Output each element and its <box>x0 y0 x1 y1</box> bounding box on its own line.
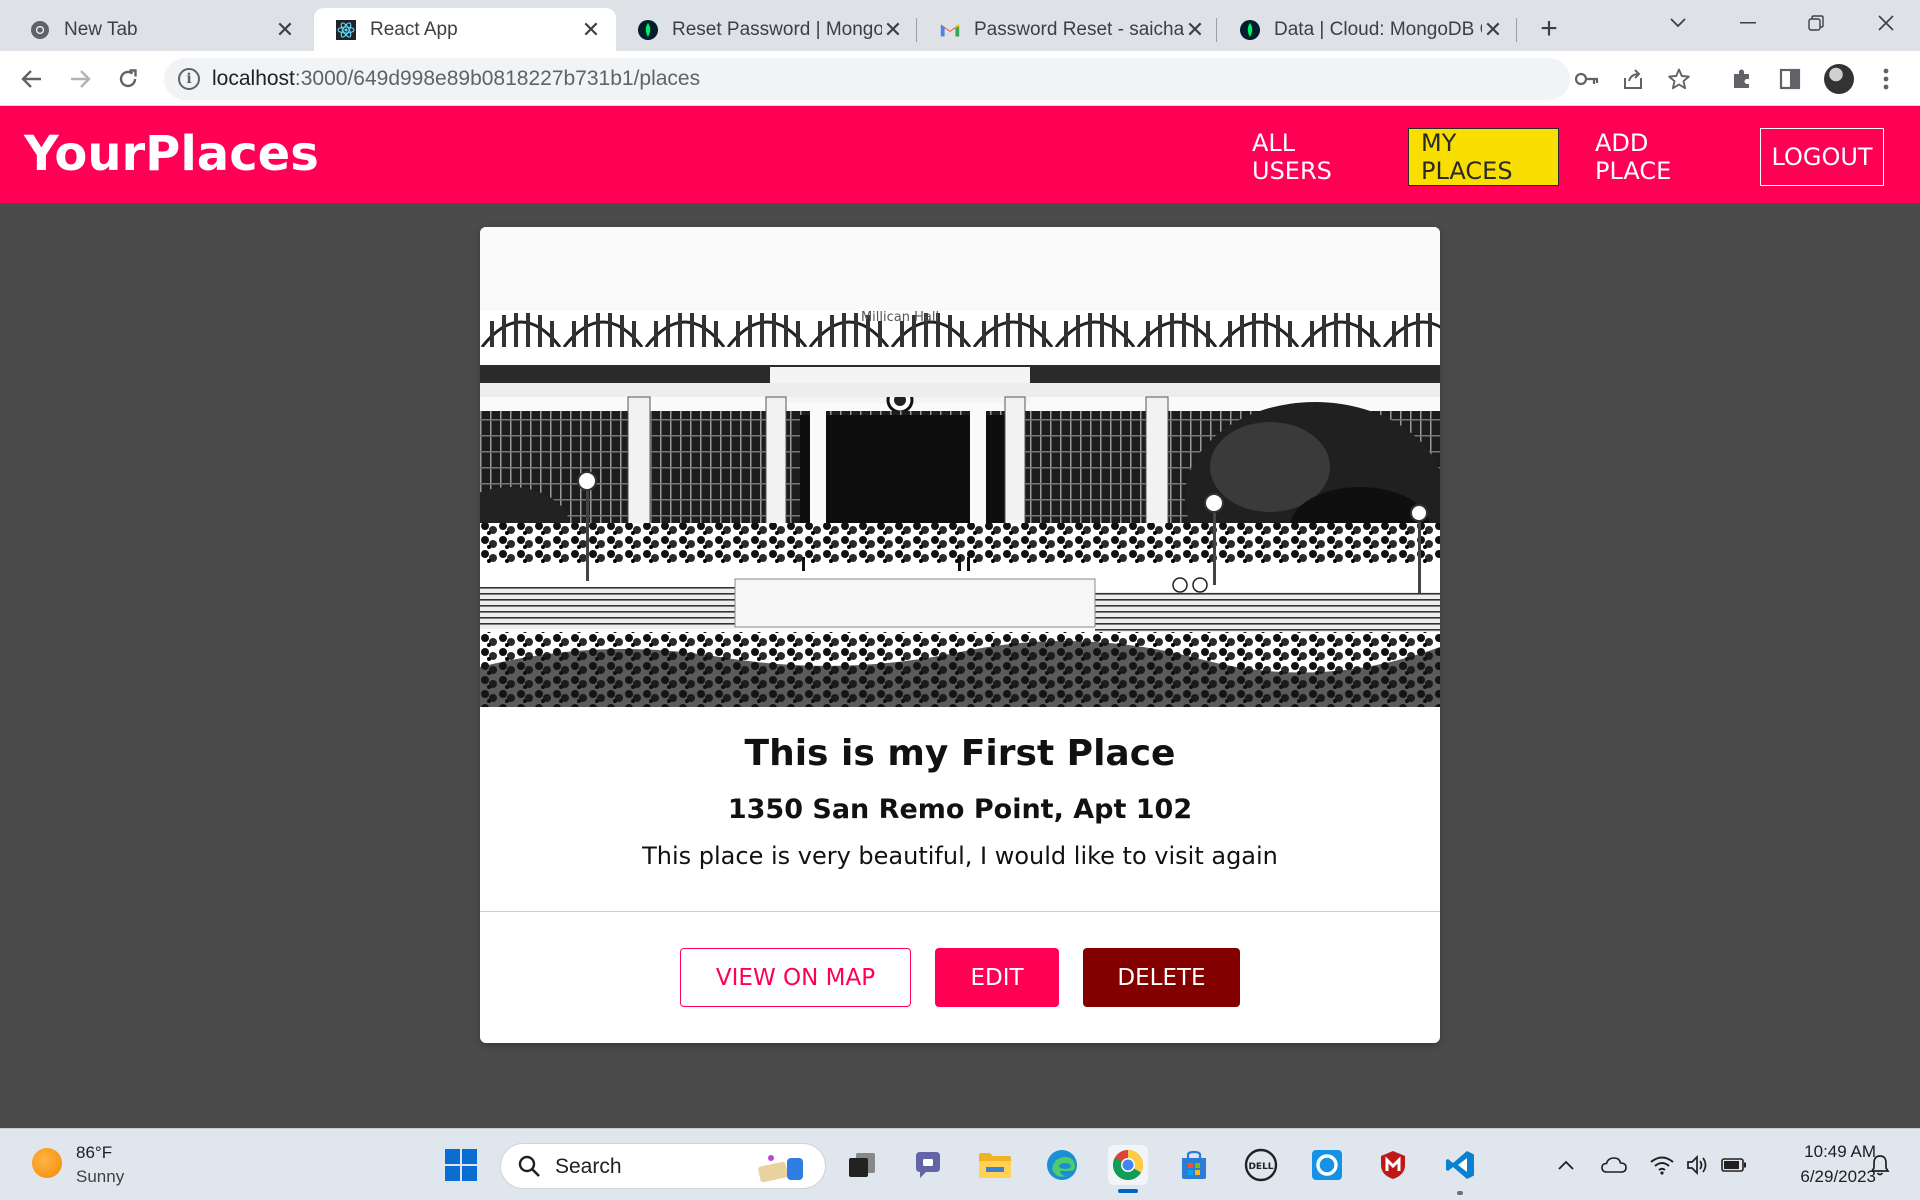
nav-add-place[interactable]: ADD PLACE <box>1583 128 1736 186</box>
extensions-puzzle-icon[interactable] <box>1726 63 1758 95</box>
mongodb-leaf-icon <box>1240 19 1260 40</box>
gmail-icon <box>940 20 960 40</box>
url-text[interactable]: localhost:3000/649d998e89b0818227b731b1/… <box>212 67 700 91</box>
search-highlight-icon <box>758 1155 803 1183</box>
search-label: Search <box>555 1155 622 1178</box>
bookmark-star-icon[interactable] <box>1666 66 1692 92</box>
share-icon[interactable] <box>1620 66 1646 92</box>
tab-title: New Tab <box>64 18 138 40</box>
brand-logo-link[interactable]: YourPlaces <box>24 126 319 182</box>
place-title: This is my First Place <box>744 733 1176 774</box>
onedrive-icon[interactable] <box>1600 1151 1628 1179</box>
browser-toolbar: i localhost:3000/649d998e89b0818227b731b… <box>0 51 1920 106</box>
nav-my-places[interactable]: MY PLACES <box>1408 128 1559 186</box>
profile-avatar[interactable] <box>1824 64 1854 94</box>
delete-button[interactable]: DELETE <box>1083 948 1240 1007</box>
teams-chat-icon[interactable] <box>908 1145 948 1185</box>
close-icon[interactable]: ✕ <box>274 17 296 42</box>
edge-icon[interactable] <box>1042 1145 1082 1185</box>
close-icon[interactable]: ✕ <box>1482 17 1504 42</box>
mcafee-icon[interactable] <box>1373 1145 1413 1185</box>
reload-icon[interactable] <box>112 63 144 95</box>
tab-new-tab[interactable]: New Tab ✕ <box>8 8 310 51</box>
tab-title: Reset Password | MongoDB <box>672 18 882 40</box>
tab-title: Data | Cloud: MongoDB Cloud <box>1274 18 1482 40</box>
tab-gmail-password-reset[interactable]: Password Reset - saicharan ✕ <box>918 8 1220 51</box>
place-description: This place is very beautiful, I would li… <box>642 842 1278 870</box>
taskbar-search-box[interactable]: Search <box>500 1143 826 1189</box>
browser-tab-strip: New Tab ✕ React App ✕ Reset Password | M… <box>0 0 1920 51</box>
tab-separator <box>916 18 917 42</box>
url-path: :3000/649d998e89b0818227b731b1/places <box>294 67 701 90</box>
react-icon <box>336 19 356 40</box>
new-tab-button[interactable]: + <box>1532 12 1566 46</box>
clock-time[interactable]: 10:49 AM <box>1760 1142 1876 1162</box>
file-explorer-icon[interactable] <box>975 1145 1015 1185</box>
tab-title: React App <box>370 18 458 40</box>
place-image-caption: Millican Hall <box>861 310 939 325</box>
url-host: localhost <box>212 67 295 90</box>
chevron-up-icon[interactable] <box>1552 1151 1580 1179</box>
minimize-icon[interactable] <box>1728 8 1768 38</box>
cortana-icon[interactable] <box>1307 1145 1347 1185</box>
start-icon[interactable] <box>441 1145 481 1185</box>
tab-mongodb-cloud-data[interactable]: Data | Cloud: MongoDB Cloud ✕ <box>1218 8 1518 51</box>
dell-icon[interactable]: DELL <box>1241 1145 1281 1185</box>
chrome-icon <box>30 20 50 40</box>
volume-icon[interactable] <box>1684 1151 1712 1179</box>
chrome-icon[interactable] <box>1108 1145 1148 1185</box>
card-divider <box>480 911 1440 912</box>
close-icon[interactable]: ✕ <box>1184 17 1206 42</box>
tab-title: Password Reset - saicharan <box>974 18 1184 40</box>
edit-button[interactable]: EDIT <box>935 948 1059 1007</box>
microsoft-store-icon[interactable] <box>1174 1145 1214 1185</box>
main-header: YourPlaces ALL USERS MY PLACES ADD PLACE… <box>0 106 1920 203</box>
back-arrow-icon[interactable] <box>16 63 48 95</box>
task-view-icon[interactable] <box>842 1145 882 1185</box>
place-item-card: Millican Hall This is my First Place 135… <box>480 227 1440 1043</box>
active-app-indicator <box>1118 1189 1138 1193</box>
search-icon <box>518 1155 540 1177</box>
site-info-icon[interactable]: i <box>178 68 200 90</box>
logout-button[interactable]: LOGOUT <box>1760 128 1884 186</box>
view-on-map-button[interactable]: VIEW ON MAP <box>680 948 911 1007</box>
sunny-weather-icon[interactable] <box>32 1148 62 1178</box>
windows-taskbar: 86°F Sunny Search DELL 10:49 AM 6/29/202… <box>0 1128 1920 1200</box>
vscode-icon[interactable] <box>1440 1145 1480 1185</box>
tab-react-app[interactable]: React App ✕ <box>314 8 616 51</box>
window-close-icon[interactable] <box>1866 8 1906 38</box>
wifi-icon[interactable] <box>1648 1151 1676 1179</box>
notifications-icon[interactable] <box>1866 1151 1894 1179</box>
password-key-icon[interactable] <box>1574 66 1600 92</box>
weather-temperature[interactable]: 86°F <box>76 1143 112 1163</box>
forward-arrow-icon[interactable] <box>64 63 96 95</box>
svg-text:DELL: DELL <box>1248 1162 1273 1172</box>
place-address: 1350 San Remo Point, Apt 102 <box>727 794 1193 825</box>
place-image: Millican Hall <box>480 227 1440 707</box>
tab-reset-password-mongodb[interactable]: Reset Password | MongoDB ✕ <box>616 8 918 51</box>
battery-icon[interactable] <box>1720 1151 1748 1179</box>
restore-icon[interactable] <box>1796 8 1836 38</box>
close-icon[interactable]: ✕ <box>882 17 904 42</box>
open-app-indicator <box>1457 1191 1463 1195</box>
side-panel-icon[interactable] <box>1774 63 1806 95</box>
tab-separator <box>1516 18 1517 42</box>
clock-date[interactable]: 6/29/2023 <box>1760 1167 1876 1187</box>
close-icon[interactable]: ✕ <box>580 17 602 42</box>
weather-condition[interactable]: Sunny <box>76 1167 124 1187</box>
tab-search-chevron-icon[interactable] <box>1658 8 1698 38</box>
chrome-menu-icon[interactable] <box>1870 63 1902 95</box>
tab-separator <box>1216 18 1217 42</box>
address-bar[interactable]: i localhost:3000/649d998e89b0818227b731b… <box>164 58 1690 100</box>
nav-all-users[interactable]: ALL USERS <box>1240 128 1381 186</box>
mongodb-leaf-icon <box>638 19 658 40</box>
